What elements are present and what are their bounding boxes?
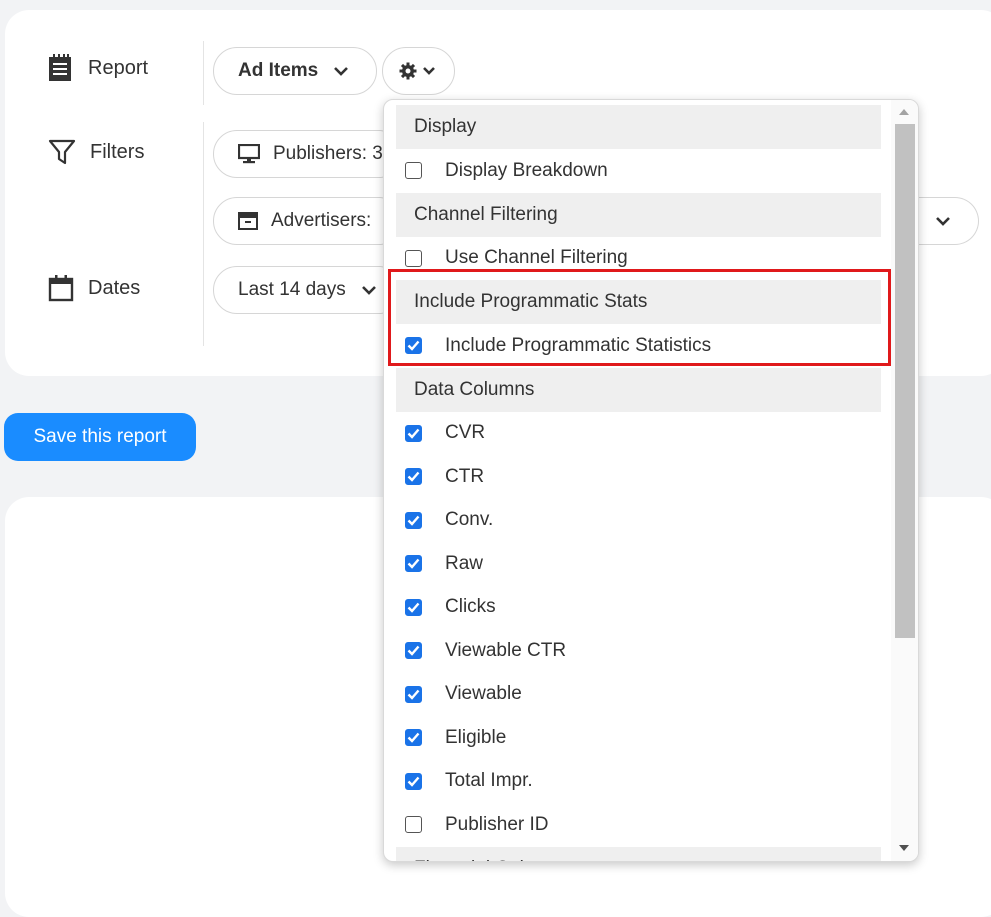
- advertisers-filter[interactable]: Advertisers:: [213, 197, 403, 245]
- settings-option-label: CVR: [445, 422, 486, 444]
- dates-label: Dates: [88, 276, 141, 299]
- report-settings-menu: Display Display Breakdown Channel Filterin…: [383, 99, 919, 862]
- save-report-button[interactable]: Save this report: [4, 413, 196, 461]
- settings-option-label: CTR: [445, 465, 485, 487]
- filters-row-label: Filters: [48, 138, 144, 166]
- settings-option[interactable]: Raw: [396, 542, 881, 586]
- settings-section-header: Financial Col: [396, 846, 881, 861]
- settings-option[interactable]: Eligible: [396, 716, 881, 760]
- settings-option-label: Publisher ID: [445, 813, 549, 835]
- archive-icon: [238, 212, 258, 230]
- settings-option[interactable]: Include Programmatic Statistics: [396, 324, 881, 368]
- settings-section-header: Include Programmatic Stats: [396, 280, 881, 324]
- divider: [203, 41, 204, 105]
- scroll-up-arrow[interactable]: [899, 109, 909, 115]
- gear-icon: [399, 62, 417, 80]
- report-row-label: Report: [48, 54, 148, 82]
- publishers-filter[interactable]: Publishers: 3: [213, 130, 403, 178]
- settings-option-label: Raw: [445, 552, 484, 574]
- calendar-icon: [48, 275, 74, 302]
- report-icon: [49, 54, 71, 81]
- settings-option-label: Total Impr.: [445, 770, 533, 792]
- chevron-down-icon: [361, 285, 376, 295]
- settings-section-header: Display: [396, 105, 881, 149]
- report-settings-button[interactable]: [382, 47, 455, 95]
- checkbox-checked[interactable]: [405, 598, 422, 616]
- checkbox-checked[interactable]: [405, 772, 422, 790]
- settings-option-label: Include Programmatic Statistics: [445, 334, 712, 356]
- checkbox-unchecked[interactable]: [405, 162, 422, 180]
- settings-option[interactable]: Display Breakdown: [396, 149, 881, 193]
- report-type-dropdown[interactable]: Ad Items: [213, 47, 377, 95]
- dates-row-label: Dates: [48, 274, 140, 302]
- settings-section-header: Data Columns: [396, 367, 881, 412]
- settings-option-label: Eligible: [445, 726, 507, 748]
- settings-option[interactable]: CTR: [396, 455, 881, 499]
- report-label: Report: [88, 56, 149, 79]
- checkbox-checked[interactable]: [405, 685, 422, 703]
- settings-menu-list: Display Display Breakdown Channel Filterin…: [396, 105, 881, 861]
- chevron-down-icon: [334, 66, 349, 76]
- settings-option-label: Clicks: [445, 596, 496, 618]
- settings-option-label: Viewable: [445, 683, 522, 705]
- settings-option-label: Use Channel Filtering: [445, 247, 628, 269]
- publishers-filter-label: Publishers: 3: [273, 143, 383, 164]
- settings-option-label: Conv.: [445, 509, 494, 531]
- settings-option[interactable]: CVR: [396, 412, 881, 456]
- report-type-value: Ad Items: [238, 60, 319, 81]
- settings-option-label: Display Breakdown: [445, 159, 608, 181]
- divider: [203, 122, 204, 346]
- checkbox-unchecked[interactable]: [405, 816, 422, 834]
- checkbox-checked[interactable]: [405, 337, 422, 355]
- checkbox-checked[interactable]: [405, 642, 422, 660]
- date-range-value: Last 14 days: [238, 279, 346, 300]
- settings-option[interactable]: Total Impr.: [396, 760, 881, 804]
- advertisers-filter-label: Advertisers:: [271, 210, 372, 231]
- checkbox-checked[interactable]: [405, 729, 422, 747]
- settings-option[interactable]: Clicks: [396, 586, 881, 630]
- chevron-down-icon: [935, 216, 950, 226]
- settings-option[interactable]: Conv.: [396, 499, 881, 543]
- checkbox-checked[interactable]: [405, 468, 422, 486]
- scrollbar-thumb[interactable]: [895, 124, 915, 638]
- settings-option[interactable]: Use Channel Filtering: [396, 237, 881, 281]
- chevron-down-icon: [423, 67, 435, 75]
- scroll-down-arrow[interactable]: [899, 845, 909, 851]
- monitor-icon: [238, 144, 260, 164]
- settings-option-label: Viewable CTR: [445, 639, 567, 661]
- settings-option[interactable]: Viewable CTR: [396, 629, 881, 673]
- settings-option[interactable]: Publisher ID: [396, 803, 881, 847]
- filter-icon: [48, 139, 76, 165]
- checkbox-unchecked[interactable]: [405, 249, 422, 267]
- settings-section-header: Channel Filtering: [396, 192, 881, 237]
- filters-label: Filters: [90, 140, 145, 163]
- date-range-dropdown[interactable]: Last 14 days: [213, 266, 403, 314]
- checkbox-checked[interactable]: [405, 555, 422, 573]
- checkbox-checked[interactable]: [405, 424, 422, 442]
- settings-option[interactable]: Viewable: [396, 673, 881, 717]
- checkbox-checked[interactable]: [405, 511, 422, 529]
